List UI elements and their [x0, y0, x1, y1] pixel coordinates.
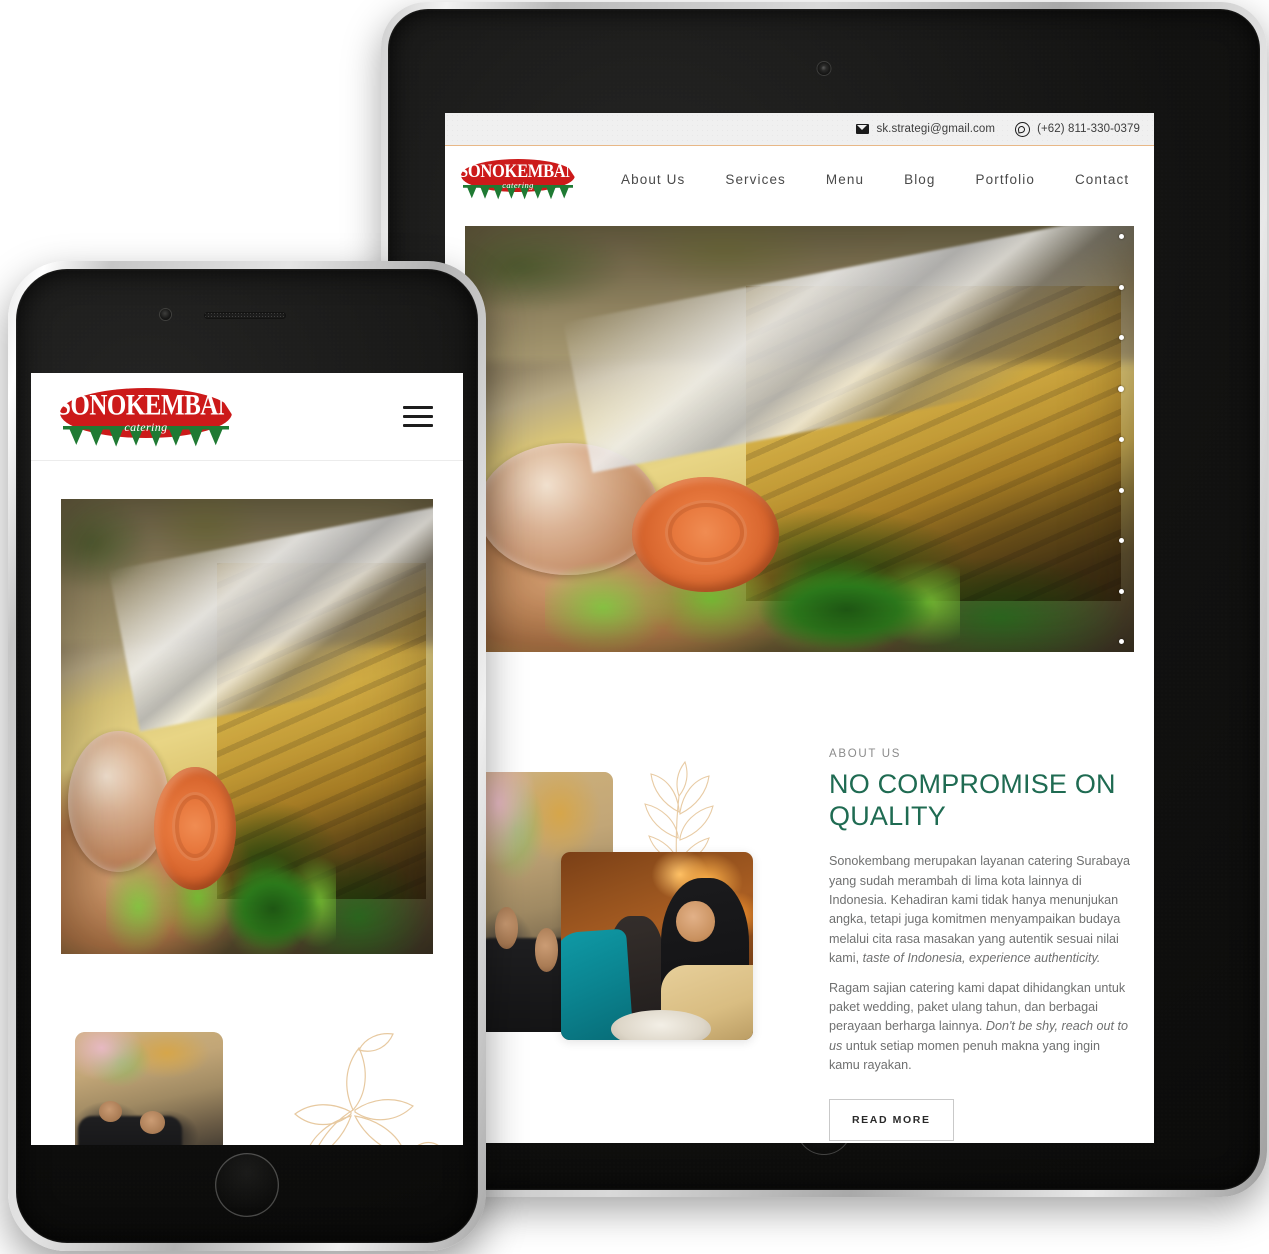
hamburger-bar: [403, 414, 433, 419]
mobile-navbar: SONOKEMBANG catering: [31, 373, 463, 461]
nav-item-blog[interactable]: Blog: [884, 166, 955, 193]
mobile-hero-slider[interactable]: [61, 499, 433, 954]
slider-dot-active[interactable]: [1118, 385, 1124, 392]
hero-slider[interactable]: [465, 226, 1134, 652]
primary-nav: About Us Services Menu Blog Portfolio Co…: [601, 166, 1149, 193]
wedding-photo-art: [75, 1032, 223, 1145]
guest-attire: [475, 938, 574, 1032]
tablet-device: sk.strategi@gmail.com (+62) 811-330-0379…: [381, 2, 1267, 1197]
about-paragraph-2-tail: untuk setiap momen penuh makna yang ingi…: [829, 1038, 1100, 1073]
logo-tagline-text: catering: [502, 180, 534, 190]
hamburger-menu-icon[interactable]: [403, 405, 433, 428]
about-paragraph-1-text: Sonokembang merupakan layanan catering S…: [829, 854, 1131, 966]
envelope-icon: [856, 124, 870, 134]
about-heading: NO COMPROMISE ON QUALITY: [829, 769, 1116, 831]
whatsapp-icon: [1015, 121, 1031, 137]
topbar-email[interactable]: sk.strategi@gmail.com: [856, 123, 995, 135]
nav-item-portfolio[interactable]: Portfolio: [956, 166, 1055, 193]
botanical-decor-icon: [294, 1033, 439, 1145]
slider-dot[interactable]: [1118, 234, 1124, 239]
photo-vignette: [61, 499, 433, 954]
phone-home-button[interactable]: [215, 1153, 279, 1217]
email-text: sk.strategi@gmail.com: [876, 123, 996, 135]
about-photo-service: [561, 852, 753, 1040]
about-text-column: ABOUT US NO COMPROMISE ON QUALITY Sonoke…: [815, 748, 1134, 1142]
contact-topbar: sk.strategi@gmail.com (+62) 811-330-0379: [445, 113, 1154, 146]
logo-tagline-text: catering: [124, 419, 168, 434]
slider-dots: [1114, 234, 1128, 644]
mobile-hero-food-photo: [61, 499, 433, 954]
guest-face: [98, 1100, 123, 1122]
brand-logo[interactable]: SONOKEMBANG catering: [459, 156, 590, 202]
read-more-button[interactable]: READ MORE: [829, 1099, 954, 1142]
earpiece-speaker-icon: [204, 312, 286, 319]
guest-face: [140, 1111, 166, 1134]
topbar-phone[interactable]: (+62) 811-330-0379: [1015, 121, 1140, 137]
nav-item-services[interactable]: Services: [705, 166, 806, 193]
devices-mockup-stage: sk.strategi@gmail.com (+62) 811-330-0379…: [0, 0, 1269, 1254]
about-photo-collage: [465, 748, 815, 1048]
hamburger-bar: [403, 405, 433, 409]
served-food-plate: [610, 1009, 711, 1040]
slider-dot[interactable]: [1118, 487, 1124, 493]
front-camera-icon: [817, 62, 831, 75]
hero-food-photo: [465, 226, 1134, 652]
about-paragraph-2: Ragam sajian catering kami dapat dihidan…: [829, 979, 1134, 1076]
about-eyebrow-label: ABOUT US: [829, 748, 902, 760]
logo-brand-text: SONOKEMBANG: [57, 388, 255, 421]
hamburger-bar: [403, 424, 433, 428]
nav-item-about-us[interactable]: About Us: [601, 166, 705, 193]
tablet-viewport: sk.strategi@gmail.com (+62) 811-330-0379…: [445, 113, 1154, 1143]
mobile-about-collage: [75, 1026, 439, 1145]
slider-dot[interactable]: [1118, 437, 1124, 442]
site-navbar: SONOKEMBANG catering About Us Services M…: [445, 146, 1154, 212]
slider-dot[interactable]: [1118, 588, 1124, 594]
phone-device: SONOKEMBANG catering: [8, 261, 486, 1251]
about-photo-wedding-mobile: [75, 1032, 223, 1145]
slider-dot[interactable]: [1118, 284, 1124, 290]
slider-dot[interactable]: [1118, 335, 1124, 340]
slider-dot[interactable]: [1118, 538, 1124, 543]
staff-face: [676, 900, 715, 943]
phone-text: (+62) 811-330-0379: [1037, 123, 1140, 135]
phone-viewport: SONOKEMBANG catering: [31, 373, 463, 1145]
slider-dot[interactable]: [1118, 639, 1124, 644]
nav-item-contact[interactable]: Contact: [1055, 166, 1149, 193]
front-camera-icon: [160, 309, 171, 320]
brand-logo-mobile[interactable]: SONOKEMBANG catering: [57, 382, 255, 452]
about-paragraph-1-emphasis: taste of Indonesia, experience authentic…: [862, 951, 1101, 966]
nav-item-menu[interactable]: Menu: [806, 166, 884, 193]
guest-attire: [77, 1116, 182, 1145]
about-section: ABOUT US NO COMPROMISE ON QUALITY Sonoke…: [445, 652, 1154, 1143]
about-paragraph-1: Sonokembang merupakan layanan catering S…: [829, 852, 1134, 968]
guest-face: [495, 907, 518, 949]
service-photo-art: [561, 852, 753, 1040]
photo-vignette: [465, 226, 1134, 652]
